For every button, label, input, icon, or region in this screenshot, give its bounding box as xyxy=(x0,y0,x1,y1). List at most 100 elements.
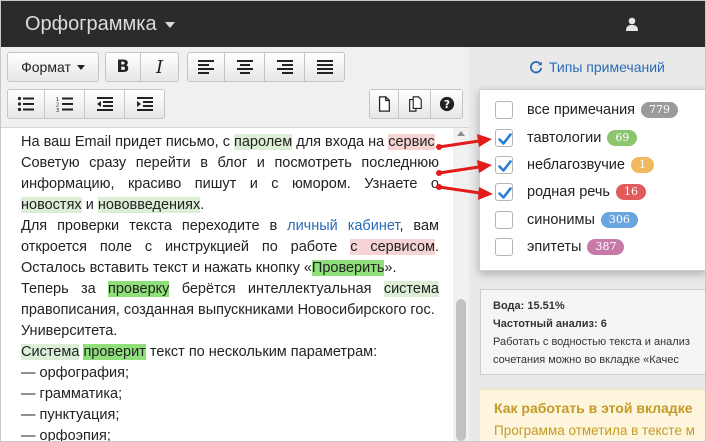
numbered-list-icon: 123 xyxy=(56,97,73,112)
copy-icon xyxy=(408,96,422,112)
align-right-button[interactable] xyxy=(265,52,305,82)
note-count-badge: 779 xyxy=(641,102,679,118)
format-label: Формат xyxy=(21,59,71,75)
align-left-icon xyxy=(198,60,214,74)
note-type-option[interactable]: эпитеты 387 xyxy=(495,236,625,258)
italic-icon: I xyxy=(155,56,164,78)
app-window: Орфограммка Формат B I 1 2 3 ? На ваш Em… xyxy=(0,0,706,442)
svg-text:?: ? xyxy=(443,98,449,111)
frequency-stat: Частотный анализ: 6 xyxy=(493,318,607,330)
scrollbar-thumb[interactable] xyxy=(456,299,466,441)
editor-line: Система проверит текст по нескольким пар… xyxy=(21,344,378,360)
copy-button[interactable] xyxy=(399,89,431,119)
bold-icon: B xyxy=(116,57,130,77)
align-justify-button[interactable] xyxy=(305,52,345,82)
note-count-badge: 16 xyxy=(615,184,646,200)
note-highlight[interactable]: паролем xyxy=(233,134,293,150)
help-button[interactable]: ? xyxy=(431,89,463,119)
editor-line: информацию, красиво пишут и с юмором. Уз… xyxy=(21,176,439,192)
editor-line: откроется поле с инструкцией по работе с… xyxy=(21,239,440,255)
scroll-up-arrow[interactable] xyxy=(457,131,465,136)
checkmark-icon xyxy=(498,133,512,145)
format-dropdown-button[interactable]: Формат xyxy=(7,52,99,82)
text-stats-panel: Вода: 15.51% Частотный анализ: 6 Работат… xyxy=(480,289,705,375)
note-type-checkbox[interactable] xyxy=(495,156,513,174)
editor-line: — грамматика; xyxy=(21,386,123,402)
note-count-badge: 1 xyxy=(630,157,654,173)
align-justify-icon xyxy=(316,60,333,74)
checkmark-icon xyxy=(498,187,512,199)
editor-line: Советую сразу перейти в блог и посмотрет… xyxy=(21,155,439,171)
align-center-icon xyxy=(236,60,253,74)
chevron-down-icon xyxy=(164,21,175,28)
indent-button[interactable] xyxy=(125,89,165,119)
italic-button[interactable]: I xyxy=(141,52,179,82)
top-navbar: Орфограммка xyxy=(1,1,705,47)
note-type-option[interactable]: родная речь 16 xyxy=(495,181,646,203)
svg-text:3: 3 xyxy=(56,108,59,112)
note-count-badge: 69 xyxy=(607,130,638,146)
editor-line: — пунктуация; xyxy=(21,407,120,423)
align-center-button[interactable] xyxy=(225,52,265,82)
note-type-checkbox[interactable] xyxy=(495,129,513,147)
howto-panel: Как работать в этой вкладке Программа от… xyxy=(480,389,705,441)
editor-line: — орфоэпия; xyxy=(21,428,111,441)
editor-line: — орфография; xyxy=(21,365,129,381)
app-menu-dropdown[interactable]: Орфограммка xyxy=(25,11,175,37)
note-count-badge: 387 xyxy=(587,239,625,255)
editor-line: Для проверки текста переходите в личный … xyxy=(21,218,439,234)
note-highlight[interactable]: сервис xyxy=(388,134,435,150)
app-title: Орфограммка xyxy=(25,13,157,35)
note-type-label: эпитеты xyxy=(527,239,582,255)
note-type-option[interactable]: синонимы 306 xyxy=(495,209,638,231)
note-type-option[interactable]: тавтологии 69 xyxy=(495,127,638,149)
note-types-toggle[interactable]: Типы примечаний xyxy=(549,57,665,77)
note-highlight[interactable]: сервисом xyxy=(370,239,435,255)
editor-line: На ваш Email придет письмо, с паролем дл… xyxy=(21,134,435,150)
howto-heading: Как работать в этой вкладке xyxy=(494,400,693,416)
note-highlight[interactable]: проверит xyxy=(83,344,146,360)
note-highlight[interactable]: Система xyxy=(21,344,80,360)
note-highlight[interactable]: проверку xyxy=(107,281,170,297)
editor-line: Осталось вставить текст и нажать кнопку … xyxy=(21,260,397,276)
numbered-list-button[interactable]: 123 xyxy=(45,89,85,119)
editor-line: новостях и нововведениях. xyxy=(21,197,205,213)
bold-button[interactable]: B xyxy=(105,52,141,82)
note-type-checkbox[interactable] xyxy=(495,101,513,119)
new-document-button[interactable] xyxy=(369,89,399,119)
bullet-list-button[interactable] xyxy=(7,89,45,119)
stats-hint-line: Работать с водностью текста и анализ xyxy=(493,336,690,348)
note-type-label: тавтологии xyxy=(527,130,602,146)
editor-toolbar: Формат B I 123 ? xyxy=(1,47,469,128)
note-type-checkbox[interactable] xyxy=(495,183,513,201)
personal-account-link[interactable]: личный кабинет xyxy=(287,218,399,234)
editor-line: правописания, созданная выпускниками Нов… xyxy=(21,302,435,318)
refresh-icon xyxy=(530,61,543,74)
align-right-icon xyxy=(276,60,293,74)
howto-text: Программа отметила в тексте м xyxy=(494,423,695,438)
file-icon xyxy=(378,96,390,112)
note-highlight[interactable]: Проверить xyxy=(311,260,385,276)
note-count-badge: 306 xyxy=(600,212,638,228)
align-left-button[interactable] xyxy=(187,52,225,82)
note-highlight[interactable]: с xyxy=(350,239,371,255)
note-type-option[interactable]: все примечания 779 xyxy=(495,99,679,121)
stats-hint-line: сочетания можно во вкладке «Качес xyxy=(493,354,679,366)
bullet-list-icon xyxy=(17,96,34,112)
note-highlight[interactable]: новостях xyxy=(21,197,82,213)
chevron-down-icon xyxy=(76,64,85,70)
note-type-checkbox[interactable] xyxy=(495,238,513,256)
note-highlight[interactable]: нововведениях xyxy=(97,197,201,213)
note-type-label: синонимы xyxy=(527,212,595,228)
note-type-option[interactable]: неблагозвучие 1 xyxy=(495,154,654,176)
water-stat: Вода: 15.51% xyxy=(493,300,565,312)
user-icon[interactable] xyxy=(625,17,639,31)
editor-line: Теперь за проверку берётся интеллектуаль… xyxy=(21,281,439,297)
note-type-checkbox[interactable] xyxy=(495,211,513,229)
text-editor[interactable]: На ваш Email придет письмо, с паролем дл… xyxy=(1,128,453,441)
question-circle-icon: ? xyxy=(439,96,454,112)
outdent-button[interactable] xyxy=(85,89,125,119)
checkmark-icon xyxy=(498,160,512,172)
editor-line: Университета. xyxy=(21,323,118,339)
note-highlight[interactable]: система xyxy=(383,281,439,297)
